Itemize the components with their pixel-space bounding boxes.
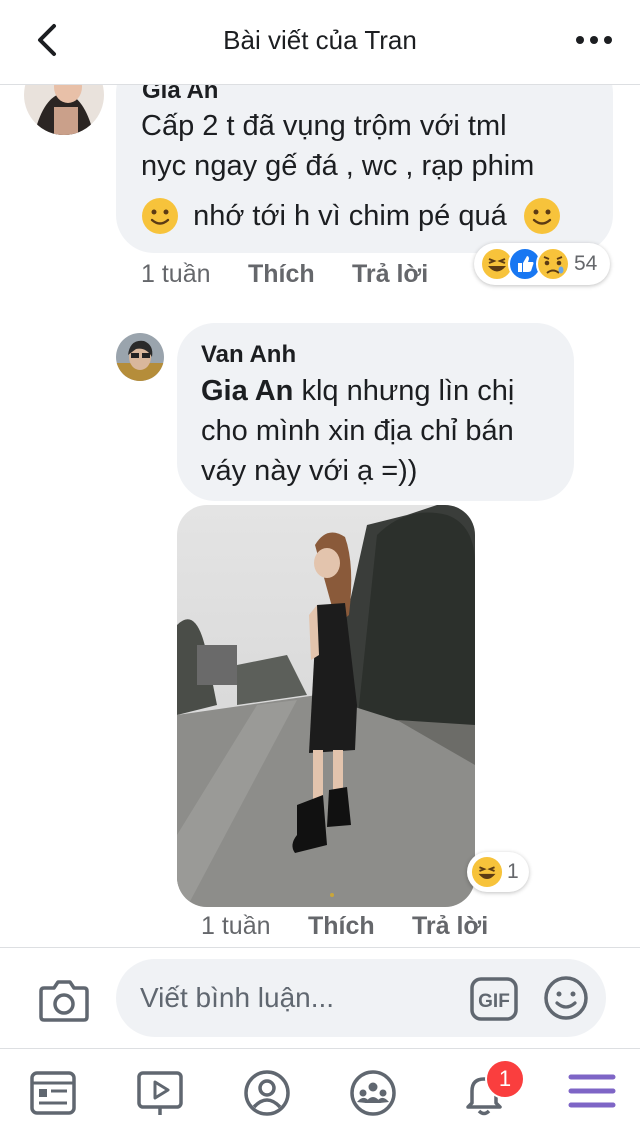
profile-icon bbox=[244, 1070, 290, 1116]
comment-text-line: Cấp 2 t đã vụng trộm với tml bbox=[141, 110, 507, 142]
avatar-van-anh[interactable] bbox=[116, 333, 164, 381]
smile-emoji-icon bbox=[523, 198, 560, 234]
reaction-count: 1 bbox=[507, 860, 519, 883]
comment-input[interactable] bbox=[116, 959, 606, 1037]
more-options-button[interactable] bbox=[574, 28, 614, 52]
reply-button[interactable]: Trả lời bbox=[352, 260, 428, 289]
nav-profile[interactable] bbox=[227, 1049, 307, 1137]
reaction-summary[interactable]: 54 bbox=[474, 243, 610, 285]
bottom-navigation: 1 bbox=[0, 1048, 640, 1137]
reply-author[interactable]: Van Anh bbox=[201, 341, 296, 369]
comment-text-line-3: nhớ tới h vì chim pé quá bbox=[141, 197, 561, 235]
nav-groups[interactable] bbox=[333, 1049, 413, 1137]
like-button[interactable]: Thích bbox=[248, 260, 315, 289]
nav-menu[interactable] bbox=[552, 1049, 632, 1137]
reply-text-line: cho mình xin địa chỉ bán bbox=[201, 415, 514, 447]
smiley-icon bbox=[544, 976, 588, 1020]
gif-label: GIF bbox=[478, 991, 510, 1012]
comment-text: nhớ tới h vì chim pé quá bbox=[193, 199, 507, 232]
comment-composer: GIF bbox=[0, 947, 640, 1048]
photo-reaction-summary[interactable]: 1 bbox=[467, 852, 529, 892]
reply-reply-button[interactable]: Trả lời bbox=[412, 912, 488, 941]
news-feed-icon bbox=[30, 1071, 76, 1115]
reply-timestamp[interactable]: 1 tuần bbox=[201, 912, 271, 941]
comments-thread: Gia An Cấp 2 t đã vụng trộm với tml nyc … bbox=[0, 85, 640, 947]
comment-author[interactable]: Gia An bbox=[142, 85, 218, 105]
haha-reaction-icon bbox=[471, 856, 503, 888]
header-bar: Bài viết của Tran bbox=[0, 0, 640, 85]
more-dots-icon bbox=[576, 36, 612, 44]
camera-button[interactable] bbox=[38, 976, 90, 1024]
groups-icon bbox=[350, 1070, 396, 1116]
video-icon bbox=[137, 1071, 183, 1115]
menu-icon bbox=[568, 1074, 616, 1108]
comment-text-line: nyc ngay gế đá , wc , rạp phim bbox=[141, 150, 535, 182]
nav-news-feed[interactable] bbox=[13, 1049, 93, 1137]
nav-watch[interactable] bbox=[120, 1049, 200, 1137]
page-title: Bài viết của Tran bbox=[223, 25, 417, 55]
attached-photo[interactable] bbox=[177, 505, 475, 907]
reply-text: klq nhưng lìn chị bbox=[293, 375, 515, 407]
avatar-gia-an[interactable] bbox=[24, 85, 104, 135]
sad-reaction-icon bbox=[536, 247, 570, 281]
camera-icon bbox=[39, 980, 89, 1022]
reply-text-line-1: Gia An klq nhưng lìn chị bbox=[201, 375, 514, 408]
mention-gia-an[interactable]: Gia An bbox=[201, 375, 293, 407]
gif-icon: GIF bbox=[470, 977, 518, 1021]
emoji-button[interactable] bbox=[543, 975, 589, 1021]
gif-button[interactable]: GIF bbox=[470, 975, 518, 1023]
notification-badge: 1 bbox=[485, 1059, 525, 1099]
reply-like-button[interactable]: Thích bbox=[308, 912, 375, 941]
reply-text-line: váy này với ạ =)) bbox=[201, 455, 418, 487]
reaction-count: 54 bbox=[574, 252, 598, 275]
comment-timestamp[interactable]: 1 tuần bbox=[141, 260, 211, 289]
smile-emoji-icon bbox=[142, 198, 178, 234]
